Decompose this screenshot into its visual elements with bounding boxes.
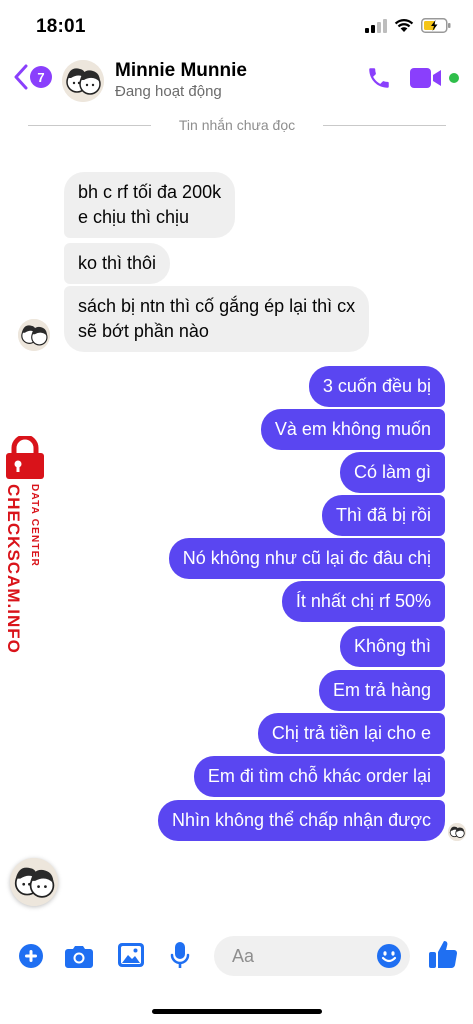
- unread-count-badge: 7: [30, 66, 52, 88]
- checkscam-watermark: DATA CENTER CHECKSCAM.INFO: [0, 436, 52, 676]
- incoming-message[interactable]: sách bị ntn thì cố gắng ép lại thì cx sẽ…: [64, 286, 370, 352]
- voice-message-button[interactable]: [170, 942, 190, 975]
- chat-head-avatar[interactable]: [10, 858, 58, 906]
- status-icons: [365, 18, 451, 33]
- contact-avatar[interactable]: [62, 60, 104, 102]
- activity-status: Đang hoạt động: [115, 83, 222, 100]
- emoji-button[interactable]: [376, 943, 402, 974]
- back-button[interactable]: 7: [14, 64, 52, 90]
- message-composer: Aa: [0, 930, 473, 982]
- home-indicator: [152, 1009, 322, 1014]
- image-icon: [118, 943, 144, 967]
- watermark-big-text: CHECKSCAM.INFO: [4, 484, 23, 654]
- voice-call-button[interactable]: [366, 65, 392, 96]
- status-time: 18:01: [36, 16, 86, 37]
- contact-name[interactable]: Minnie Munnie: [115, 60, 247, 82]
- watermark-small-text: DATA CENTER: [29, 484, 40, 568]
- sender-avatar[interactable]: [18, 319, 50, 351]
- back-chevron-icon: [14, 64, 28, 90]
- online-indicator: [449, 73, 459, 83]
- outgoing-message[interactable]: Có làm gì: [339, 452, 445, 493]
- message-line: sách bị ntn thì cố gắng ép lại thì cx: [78, 296, 356, 316]
- thumbs-up-icon: [429, 941, 458, 969]
- wifi-icon: [394, 18, 414, 32]
- plus-icon: [19, 944, 43, 968]
- incoming-message[interactable]: bh c rf tối đa 200k e chịu thì chịu: [64, 172, 236, 238]
- camera-button[interactable]: [65, 944, 93, 973]
- lock-icon: [6, 436, 44, 479]
- message-line: sẽ bớt phần nào: [78, 321, 209, 341]
- microphone-icon: [170, 942, 190, 968]
- status-bar: 18:01: [0, 0, 473, 52]
- message-line: e chịu thì chịu: [78, 207, 190, 227]
- message-line: ko thì thôi: [78, 253, 157, 273]
- more-actions-button[interactable]: [18, 943, 44, 974]
- outgoing-message[interactable]: Nhìn không thể chấp nhận được: [157, 800, 445, 841]
- unread-divider: Tin nhắn chưa đọc: [28, 115, 447, 135]
- unread-divider-label: Tin nhắn chưa đọc: [178, 117, 296, 133]
- outgoing-message[interactable]: Và em không muốn: [260, 409, 445, 450]
- outgoing-message[interactable]: Ít nhất chị rf 50%: [281, 581, 445, 622]
- cellular-signal-icon: [365, 18, 387, 33]
- outgoing-message[interactable]: Chị trả tiền lại cho e: [257, 713, 445, 754]
- outgoing-message[interactable]: Không thì: [339, 626, 445, 667]
- camera-icon: [65, 946, 93, 968]
- video-call-button[interactable]: [410, 67, 442, 94]
- seen-receipt-avatar: [448, 823, 466, 841]
- video-call-icon: [410, 68, 441, 88]
- outgoing-message[interactable]: Em trả hàng: [318, 670, 445, 711]
- message-input-placeholder: Aa: [232, 946, 255, 966]
- like-button[interactable]: [428, 939, 458, 974]
- message-line: bh c rf tối đa 200k: [78, 182, 222, 202]
- incoming-message[interactable]: ko thì thôi: [64, 243, 171, 284]
- outgoing-message[interactable]: Thì đã bị rồi: [321, 495, 445, 536]
- outgoing-message[interactable]: Em đi tìm chỗ khác order lại: [193, 756, 445, 797]
- outgoing-message[interactable]: Nó không như cũ lại đc đâu chị: [168, 538, 445, 579]
- chat-header: 7 Minnie Munnie Đang hoạt động: [0, 52, 473, 108]
- outgoing-message[interactable]: 3 cuốn đều bị: [308, 366, 445, 407]
- gallery-button[interactable]: [118, 943, 144, 972]
- message-input[interactable]: Aa: [214, 936, 410, 976]
- battery-charging-icon: [421, 18, 451, 33]
- emoji-icon: [377, 944, 401, 968]
- phone-call-icon: [369, 68, 389, 88]
